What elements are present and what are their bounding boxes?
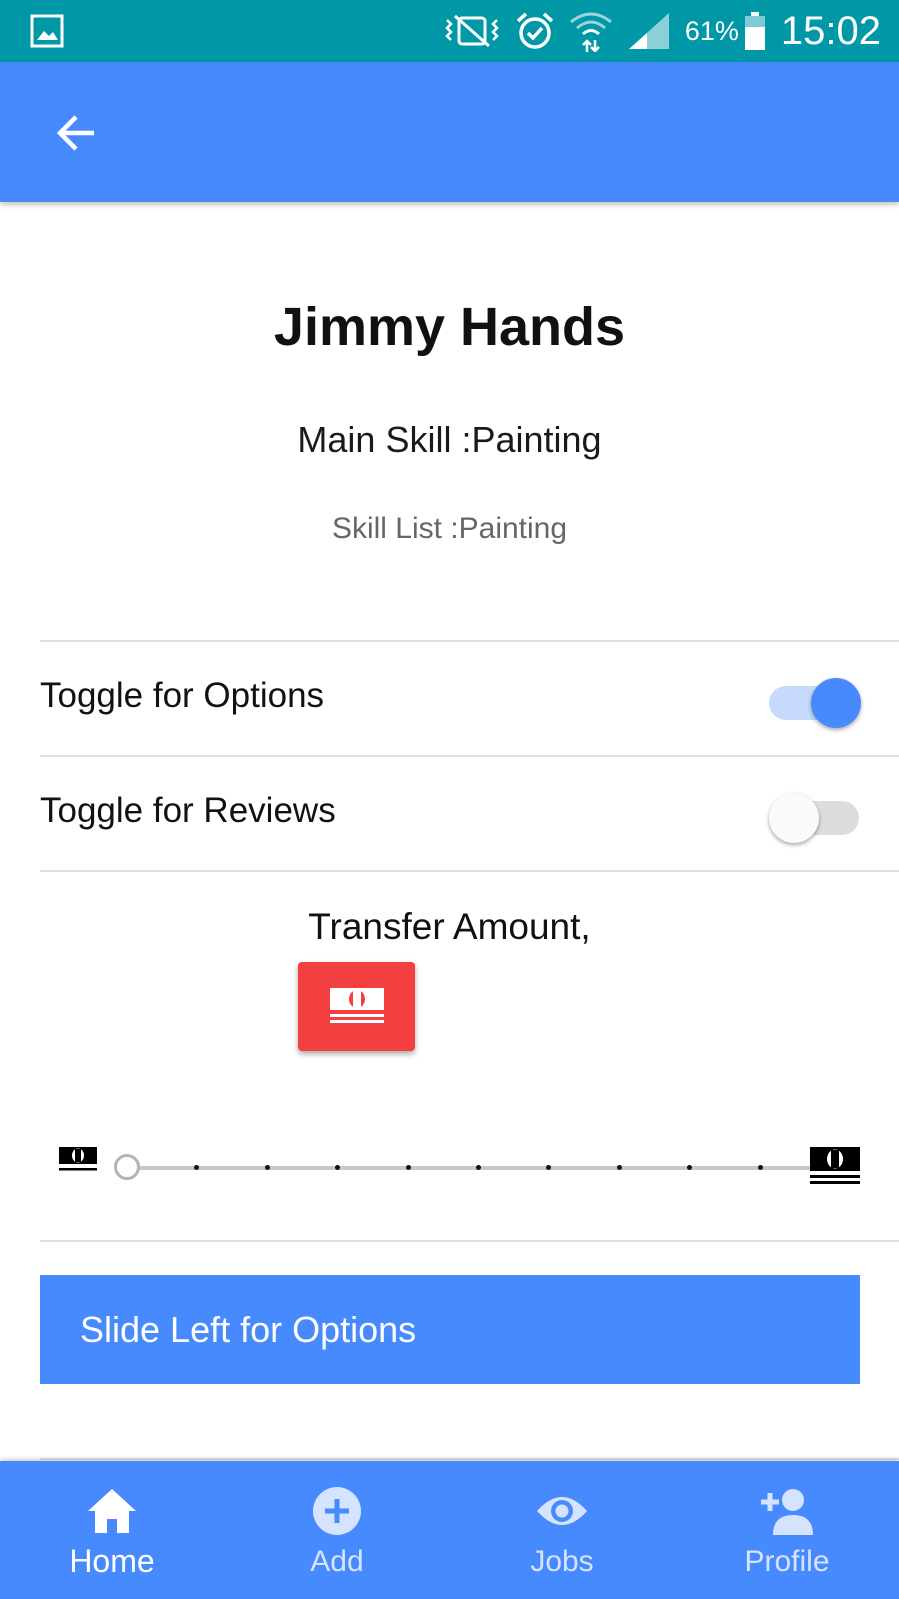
nav-item-jobs[interactable]: Jobs xyxy=(450,1461,674,1599)
reviews-toggle-switch[interactable] xyxy=(769,793,859,843)
gallery-icon xyxy=(30,14,64,48)
transfer-amount-label: Transfer Amount, xyxy=(308,906,591,947)
eye-icon xyxy=(537,1497,587,1525)
toggle-label-options: Toggle for Options xyxy=(40,676,325,715)
divider xyxy=(40,1240,899,1242)
wifi-icon xyxy=(569,12,612,52)
battery-icon xyxy=(744,12,765,50)
switch-thumb xyxy=(769,793,819,843)
nav-label-profile: Profile xyxy=(744,1545,830,1578)
toggle-row-reviews: Toggle for Reviews xyxy=(40,757,859,869)
profile-name: Jimmy Hands xyxy=(273,297,626,357)
main-skill: Main Skill :Painting xyxy=(297,419,602,460)
battery-percent: 61% xyxy=(684,15,739,46)
toggle-label-reviews: Toggle for Reviews xyxy=(40,791,336,830)
arrow-left-icon xyxy=(56,115,94,151)
options-toggle-switch[interactable] xyxy=(769,678,861,728)
slider-step-dot xyxy=(616,1165,622,1170)
slide-left-label: Slide Left for Options xyxy=(80,1309,417,1350)
slider-step-dot xyxy=(757,1165,763,1170)
nav-label-jobs: Jobs xyxy=(530,1545,594,1578)
money-icon xyxy=(810,1147,860,1184)
slide-left-options-button[interactable]: Slide Left for Options xyxy=(40,1275,860,1384)
divider xyxy=(40,1458,899,1460)
person-add-icon xyxy=(761,1489,813,1535)
add-circle-icon xyxy=(313,1487,361,1535)
slider-step-dot xyxy=(264,1165,270,1170)
money-icon xyxy=(330,988,384,1023)
transfer-money-button[interactable] xyxy=(298,962,415,1051)
slider-step-dot xyxy=(405,1165,411,1170)
nav-label-home: Home xyxy=(69,1543,155,1579)
app-bar xyxy=(0,62,899,202)
transfer-amount-slider xyxy=(58,1140,861,1190)
status-bar: 61% 15:02 xyxy=(0,0,899,62)
toggle-row-options: Toggle for Options xyxy=(40,642,861,754)
slider-thumb[interactable] xyxy=(114,1154,140,1180)
bottom-navigation: Home Add Jobs Profile xyxy=(0,1461,899,1599)
nav-item-add[interactable]: Add xyxy=(225,1461,449,1599)
slider-step-dot xyxy=(476,1165,481,1170)
switch-thumb xyxy=(811,678,861,728)
status-clock: 15:02 xyxy=(780,8,881,53)
nav-label-add: Add xyxy=(310,1545,364,1578)
alarm-icon xyxy=(516,12,553,49)
nav-item-home[interactable]: Home xyxy=(0,1461,224,1599)
vibrate-icon xyxy=(445,14,499,48)
signal-icon xyxy=(628,13,669,49)
skill-list: Skill List :Painting xyxy=(331,512,568,545)
nav-item-profile[interactable]: Profile xyxy=(675,1461,899,1599)
home-icon xyxy=(88,1489,136,1533)
divider xyxy=(40,870,899,872)
slider-track[interactable] xyxy=(126,1166,836,1170)
back-button[interactable] xyxy=(52,108,102,158)
money-icon xyxy=(59,1147,97,1171)
